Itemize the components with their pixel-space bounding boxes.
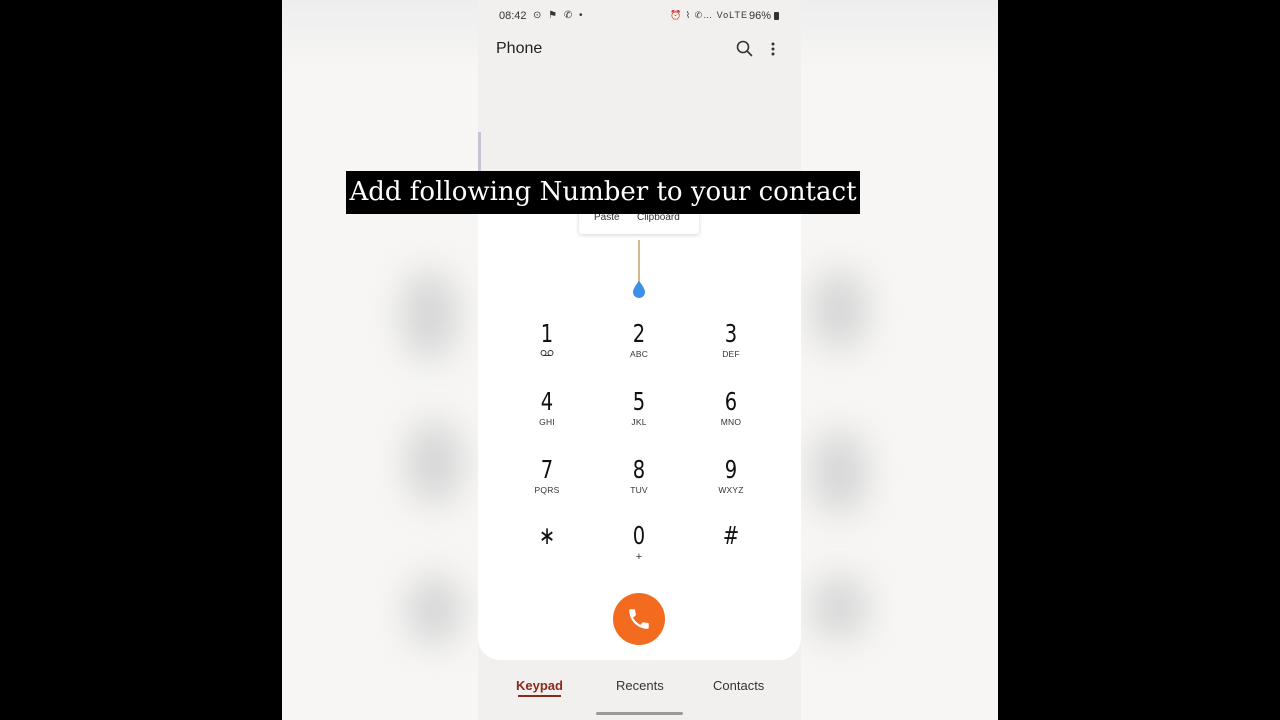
blurred-key-shape	[407, 575, 462, 645]
key-9[interactable]: 9 WXYZ	[696, 456, 766, 508]
search-icon	[736, 40, 753, 57]
system-status-icons: ⏰ ⌇ ✆… VoLTE	[670, 10, 748, 20]
key-letters: DEF	[722, 349, 740, 359]
blurred-key-shape	[812, 430, 867, 515]
search-button[interactable]	[734, 38, 756, 60]
more-vert-icon	[771, 42, 775, 56]
key-digit: 5	[632, 387, 646, 416]
caption-banner: Add following Number to your contact	[346, 171, 860, 214]
key-digit: 1	[540, 319, 554, 348]
app-title: Phone	[496, 40, 543, 57]
more-options-button[interactable]	[766, 38, 780, 60]
key-digit: 2	[632, 319, 646, 348]
key-letters: GHI	[539, 417, 555, 427]
text-cursor	[638, 240, 640, 284]
phone-screen: 08:42 ⊙ ⚑ ✆ • ⏰ ⌇ ✆… VoLTE 96% Phone 1 2…	[478, 0, 801, 720]
key-5[interactable]: 5 JKL	[604, 388, 674, 440]
blurred-key-shape	[812, 575, 867, 640]
status-time: 08:42	[499, 10, 527, 22]
key-digit: 0	[632, 521, 646, 550]
key-letters: PQRS	[534, 485, 560, 495]
blurred-key-shape	[402, 270, 457, 360]
key-digit: 6	[724, 387, 738, 416]
key-4[interactable]: 4 GHI	[512, 388, 582, 440]
bottom-navigation: Keypad Recents Contacts	[478, 660, 801, 720]
key-digit: #	[722, 521, 740, 550]
tab-contacts[interactable]: Contacts	[713, 678, 764, 693]
battery-percent: 96%	[749, 10, 772, 22]
key-digit: ∗	[538, 521, 556, 550]
battery-icon	[774, 12, 779, 20]
key-7[interactable]: 7 PQRS	[512, 456, 582, 508]
key-letters: MNO	[720, 417, 742, 427]
blurred-key-shape	[407, 420, 462, 505]
voicemail-icon	[540, 350, 554, 356]
cursor-handle-icon[interactable]	[632, 281, 646, 298]
home-gesture-bar[interactable]	[596, 712, 683, 715]
tab-recents[interactable]: Recents	[616, 678, 664, 693]
key-digit: 3	[724, 319, 738, 348]
key-digit: 8	[632, 455, 646, 484]
tab-keypad[interactable]: Keypad	[516, 678, 563, 693]
key-letters: ABC	[629, 349, 649, 359]
active-tab-indicator	[518, 695, 561, 697]
key-digit: 9	[724, 455, 738, 484]
key-letters: TUV	[630, 485, 648, 495]
key-hash[interactable]: #	[696, 522, 766, 574]
key-2[interactable]: 2 ABC	[604, 320, 674, 372]
key-0[interactable]: 0 +	[604, 522, 674, 574]
key-6[interactable]: 6 MNO	[696, 388, 766, 440]
key-digit: 4	[540, 387, 554, 416]
key-letters: +	[635, 551, 643, 563]
key-star[interactable]: ∗	[512, 522, 582, 574]
key-8[interactable]: 8 TUV	[604, 456, 674, 508]
key-3[interactable]: 3 DEF	[696, 320, 766, 372]
status-bar: 08:42 ⊙ ⚑ ✆ • ⏰ ⌇ ✆… VoLTE 96%	[478, 8, 801, 26]
blurred-key-shape	[812, 270, 867, 350]
notification-icons: ⊙ ⚑ ✆ •	[533, 10, 585, 21]
key-1[interactable]: 1	[512, 320, 582, 372]
key-letters: WXYZ	[718, 485, 744, 495]
key-digit: 7	[540, 455, 554, 484]
call-button[interactable]	[613, 593, 665, 645]
phone-call-icon	[629, 609, 649, 629]
key-letters: JKL	[631, 417, 647, 427]
